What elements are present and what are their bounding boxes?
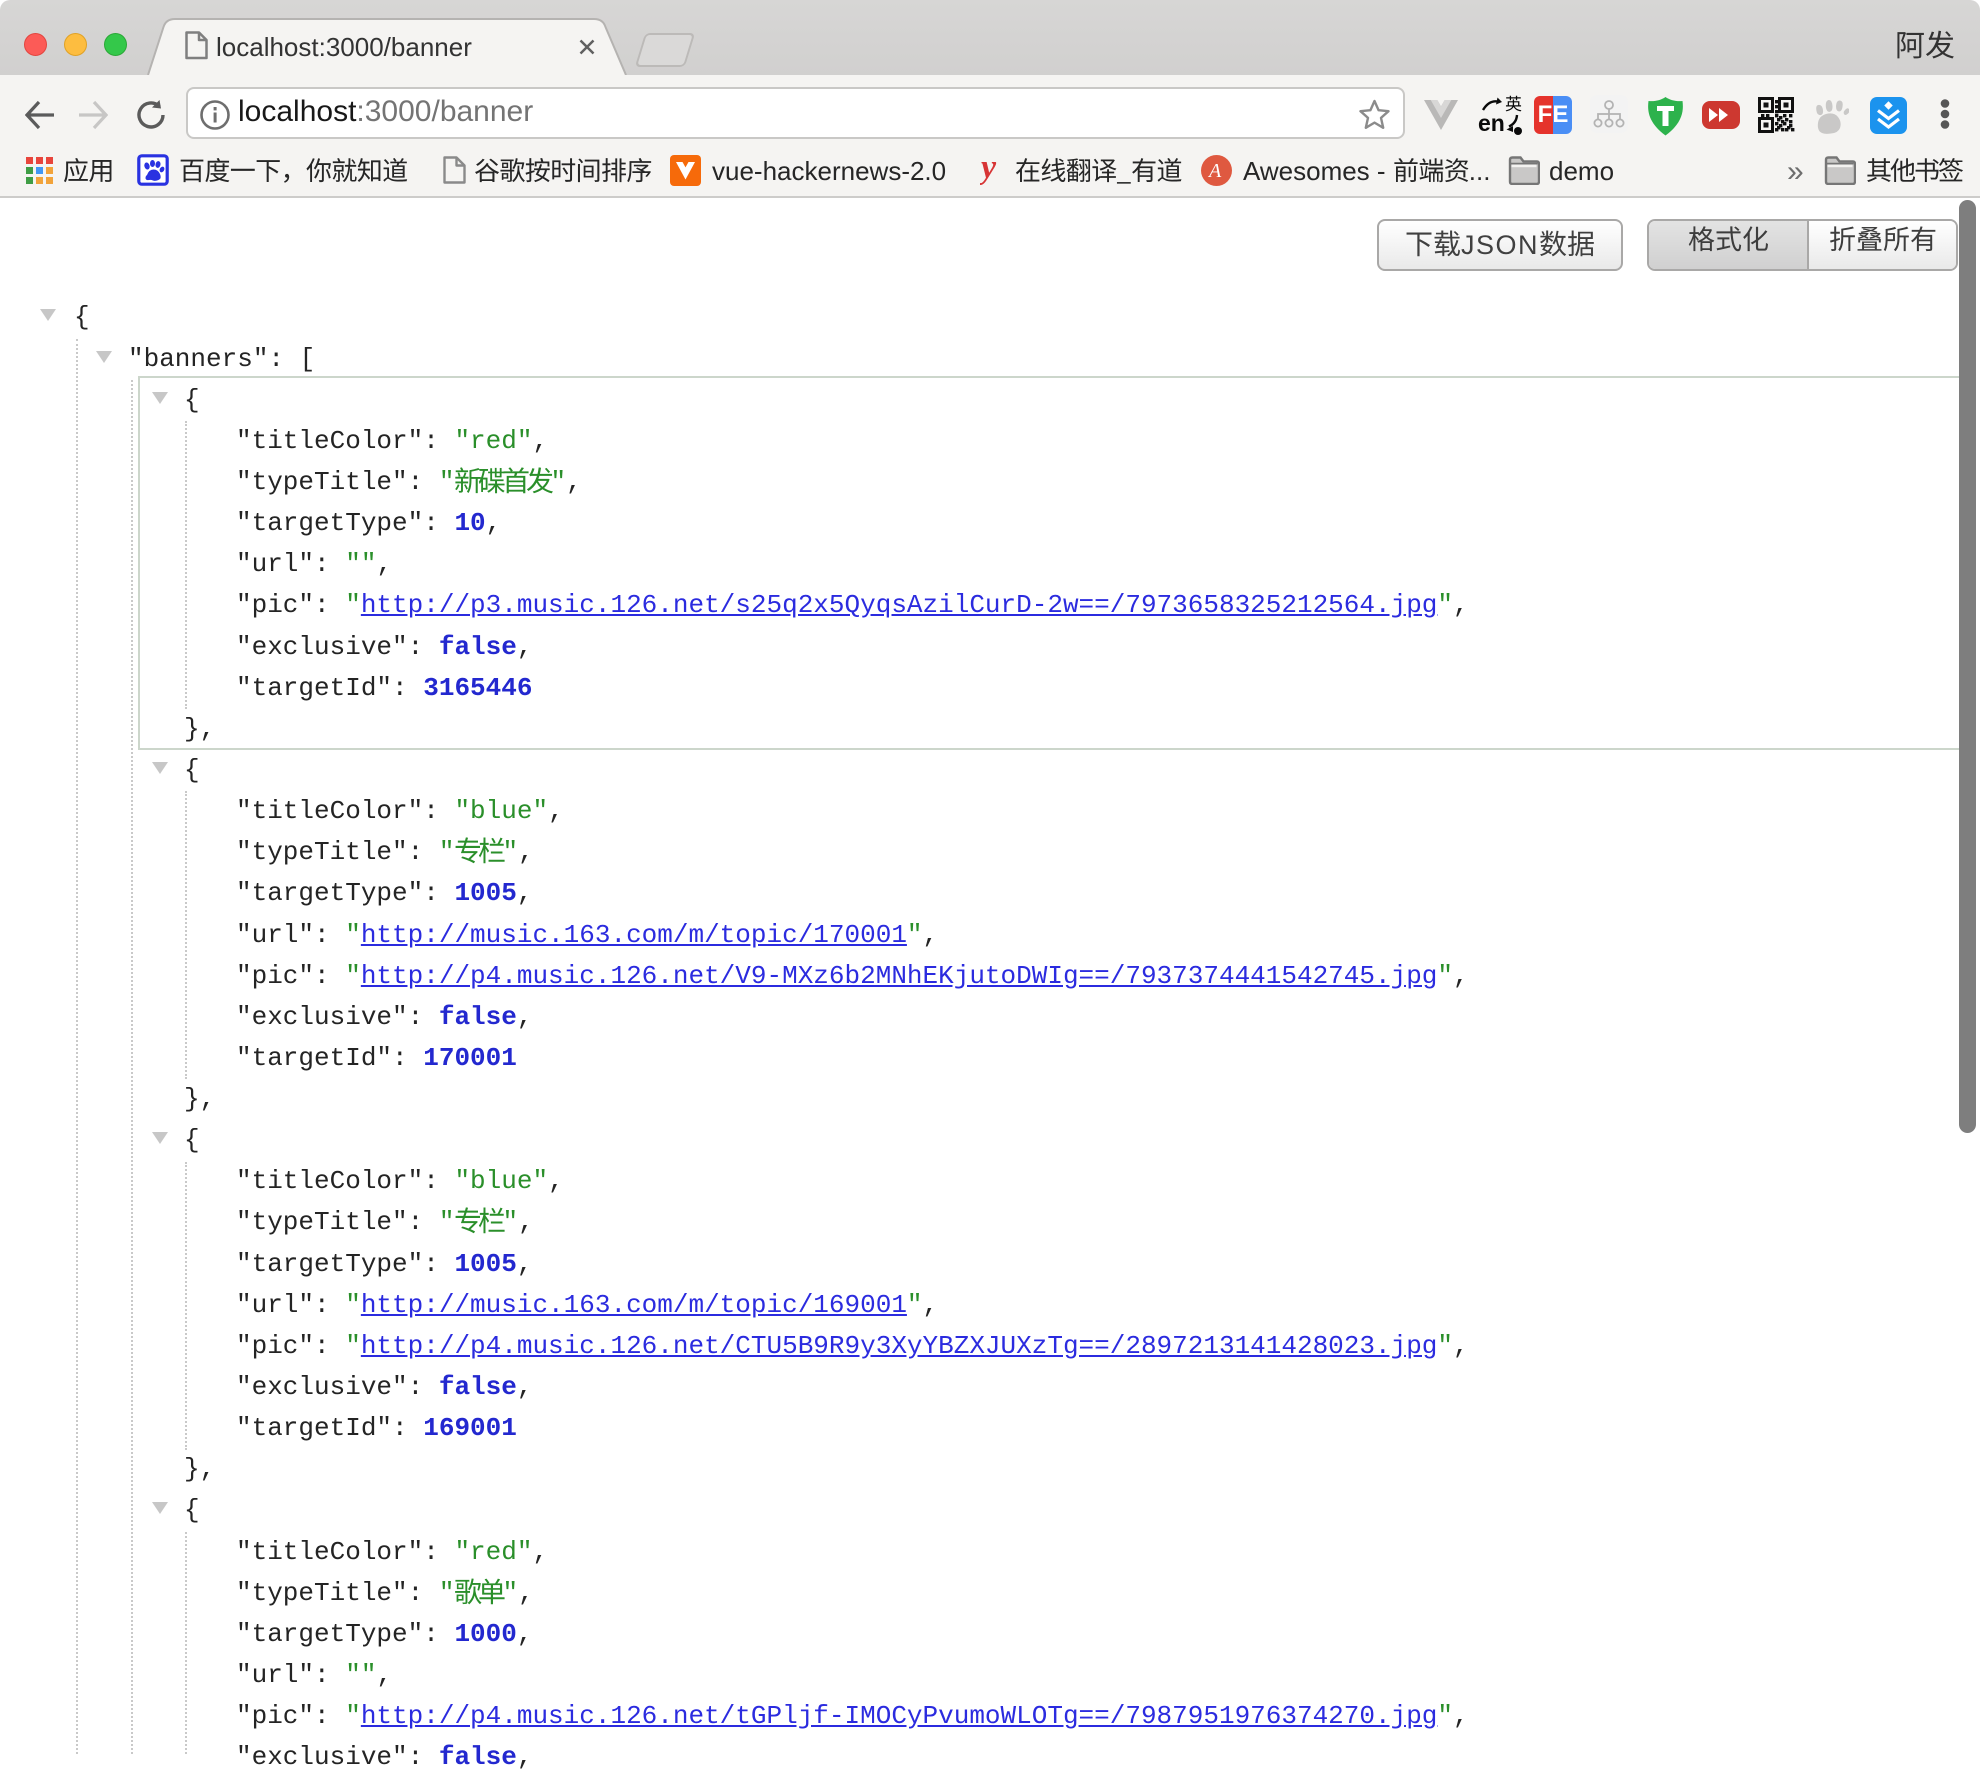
svg-text:A: A [1207,160,1222,182]
svg-text:y: y [980,154,997,186]
